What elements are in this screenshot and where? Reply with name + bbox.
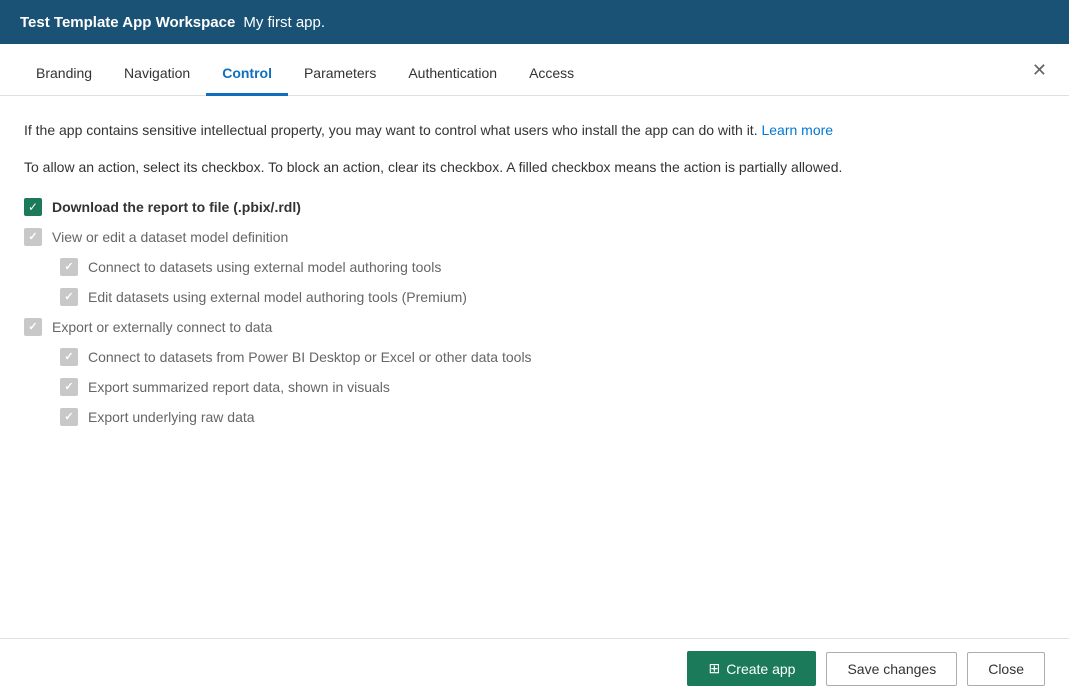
checkbox-export-connect[interactable]: ✓: [24, 318, 42, 336]
checkbox-label-download-report: Download the report to file (.pbix/.rdl): [52, 199, 301, 215]
tabs-bar: Branding Navigation Control Parameters A…: [0, 44, 1069, 96]
close-button[interactable]: Close: [967, 652, 1045, 686]
checkbox-export-raw[interactable]: ✓: [60, 408, 78, 426]
checkbox-row-export-connect[interactable]: ✓ Export or externally connect to data: [24, 318, 1045, 336]
checkbox-row-export-raw[interactable]: ✓ Export underlying raw data: [60, 408, 1045, 426]
checkbox-row-connect-powerbi[interactable]: ✓ Connect to datasets from Power BI Desk…: [60, 348, 1045, 366]
create-app-icon: ⊞: [708, 660, 720, 677]
partial-icon-7: ✓: [64, 412, 73, 423]
tab-branding[interactable]: Branding: [20, 51, 108, 96]
modal-close-icon[interactable]: ✕: [1026, 57, 1053, 83]
partial-icon-3: ✓: [64, 292, 73, 303]
partial-icon-6: ✓: [64, 382, 73, 393]
modal-header: Test Template App Workspace My first app…: [0, 0, 1069, 44]
checkbox-label-export-summarized: Export summarized report data, shown in …: [88, 379, 390, 395]
checkbox-row-connect-external[interactable]: ✓ Connect to datasets using external mod…: [60, 258, 1045, 276]
check-icon: ✓: [28, 201, 38, 213]
create-app-label: Create app: [726, 661, 795, 677]
checkbox-label-view-edit-dataset: View or edit a dataset model definition: [52, 229, 288, 245]
checkbox-row-export-summarized[interactable]: ✓ Export summarized report data, shown i…: [60, 378, 1045, 396]
partial-icon-4: ✓: [28, 322, 37, 333]
modal-content: If the app contains sensitive intellectu…: [0, 96, 1069, 638]
create-app-button[interactable]: ⊞ Create app: [687, 651, 816, 686]
checkbox-download-report[interactable]: ✓: [24, 198, 42, 216]
checkbox-connect-powerbi[interactable]: ✓: [60, 348, 78, 366]
checkbox-label-export-raw: Export underlying raw data: [88, 409, 255, 425]
info-paragraph-1: If the app contains sensitive intellectu…: [24, 120, 1045, 141]
modal-footer: ⊞ Create app Save changes Close: [0, 638, 1069, 698]
checkbox-section: ✓ Download the report to file (.pbix/.rd…: [24, 198, 1045, 426]
tab-navigation[interactable]: Navigation: [108, 51, 206, 96]
checkbox-label-connect-external: Connect to datasets using external model…: [88, 259, 441, 275]
info-paragraph-2: To allow an action, select its checkbox.…: [24, 157, 1045, 178]
save-changes-button[interactable]: Save changes: [826, 652, 957, 686]
checkbox-label-connect-powerbi: Connect to datasets from Power BI Deskto…: [88, 349, 532, 365]
checkbox-export-summarized[interactable]: ✓: [60, 378, 78, 396]
checkbox-edit-external[interactable]: ✓: [60, 288, 78, 306]
tab-parameters[interactable]: Parameters: [288, 51, 392, 96]
checkbox-row-download-report[interactable]: ✓ Download the report to file (.pbix/.rd…: [24, 198, 1045, 216]
partial-icon-5: ✓: [64, 352, 73, 363]
partial-icon-2: ✓: [64, 262, 73, 273]
tab-control[interactable]: Control: [206, 51, 288, 96]
tab-access[interactable]: Access: [513, 51, 590, 96]
checkbox-view-edit-dataset[interactable]: ✓: [24, 228, 42, 246]
checkbox-label-edit-external: Edit datasets using external model autho…: [88, 289, 467, 305]
partial-icon: ✓: [28, 232, 37, 243]
checkbox-connect-external[interactable]: ✓: [60, 258, 78, 276]
learn-more-link[interactable]: Learn more: [761, 122, 833, 138]
checkbox-row-edit-external[interactable]: ✓ Edit datasets using external model aut…: [60, 288, 1045, 306]
header-title: Test Template App Workspace: [20, 14, 235, 31]
header-subtitle: My first app.: [243, 14, 325, 31]
modal-container: Test Template App Workspace My first app…: [0, 0, 1069, 698]
checkbox-row-view-edit-dataset[interactable]: ✓ View or edit a dataset model definitio…: [24, 228, 1045, 246]
checkbox-label-export-connect: Export or externally connect to data: [52, 319, 272, 335]
tab-authentication[interactable]: Authentication: [392, 51, 513, 96]
